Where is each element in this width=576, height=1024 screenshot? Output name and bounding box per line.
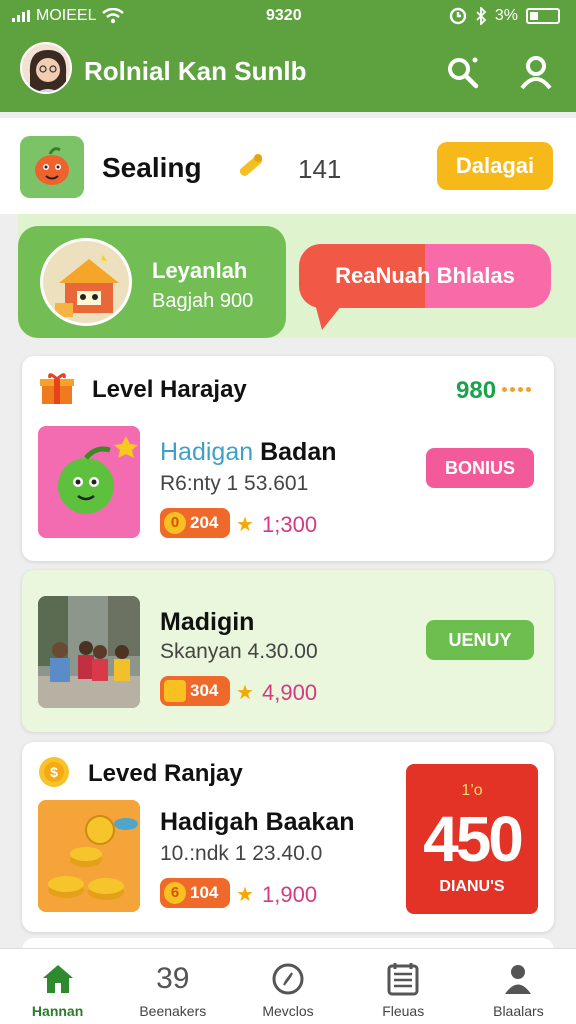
carrier-name: MOIEEL	[36, 7, 97, 24]
item-subtitle: Skanyan 4.30.00	[160, 640, 318, 663]
page-title: Rolnial Kan Sunlb	[84, 56, 307, 86]
star-icon: ★	[236, 682, 254, 704]
coin-value: 104	[190, 883, 219, 902]
avatar-portrait	[29, 50, 67, 92]
section-card-level-harajay: Level Harajay 980 Hadigan Badan R6:nty 1…	[22, 356, 554, 561]
battery-icon	[526, 8, 560, 24]
mascot-icon[interactable]	[20, 136, 84, 198]
uenuy-button[interactable]: UENUY	[426, 620, 534, 660]
nav-label: Mevclos	[262, 1003, 314, 1019]
coin-icon: 6	[164, 882, 186, 904]
nav-item-beenakers[interactable]: 39 Beenakers	[115, 949, 230, 1024]
nav-label: Fleuas	[382, 1003, 425, 1019]
bonus-label: DIANU'S	[439, 878, 505, 895]
section-heading: Leved Ranjay	[88, 760, 243, 787]
person-icon	[505, 965, 532, 994]
nav-label: Beenakers	[139, 1003, 207, 1019]
signal-icon	[12, 10, 30, 22]
item-title-accent: Hadigan	[160, 438, 254, 466]
svg-text:$: $	[50, 764, 58, 780]
dalagai-button[interactable]: Dalagai	[437, 142, 553, 190]
nav-item-blaalars[interactable]: Blaalars	[461, 949, 576, 1024]
coin-value: 204	[190, 513, 219, 532]
coin-value: 304	[190, 681, 219, 700]
app-header: MOIEEL 9320 3% Rolnial Kan Sunlb	[0, 0, 576, 112]
coin-badge: 304	[160, 676, 230, 706]
item-subtitle: R6:nty 1 53.601	[160, 472, 309, 495]
nav-item-home[interactable]: Hannan	[0, 949, 115, 1024]
coin-icon: 0	[164, 512, 186, 534]
item-thumbnail[interactable]	[38, 426, 140, 538]
item-subtitle: 10.:ndk 1 23.40.0	[160, 842, 323, 865]
nav-item-mevclos[interactable]: Mevclos	[230, 949, 345, 1024]
coin-badge: 6 104	[160, 878, 230, 908]
search-icon[interactable]	[444, 54, 480, 90]
key-icon[interactable]	[232, 148, 268, 184]
filter-count: 141	[298, 154, 342, 184]
camera-coin-icon	[164, 680, 186, 702]
more-dots-icon[interactable]	[502, 387, 531, 392]
status-right: 3%	[449, 7, 560, 25]
status-bar: MOIEEL 9320 3%	[0, 0, 576, 34]
item-card-madigin: Madigin Skanyan 4.30.00 304 ★ 4,900 UENU…	[22, 570, 554, 732]
home-icon	[42, 965, 73, 993]
bonus-button[interactable]: BONIUS	[426, 448, 534, 488]
nav-label: Hannan	[31, 1003, 84, 1019]
sales-icon: 39	[156, 962, 190, 995]
gift-icon	[40, 373, 74, 404]
item-title: Hadigah Baakan	[160, 808, 355, 836]
sync-icon	[449, 7, 467, 25]
item-title: Hadigan Badan	[160, 438, 337, 467]
section-card-leved-ranjay: $ Leved Ranjay Hadigah Baakan 10.:ndk 1 …	[22, 742, 554, 932]
promo-bubble-button[interactable]: ReaNuah Bhlalas	[299, 244, 551, 308]
section-score: 980	[456, 377, 497, 404]
item-thumbnail-coins[interactable]	[38, 800, 140, 912]
promo-card[interactable]: Leyanlah Bagjah 900	[18, 226, 286, 338]
status-time: 9320	[266, 7, 302, 24]
coin-badge: 0 204	[160, 508, 230, 538]
item-price: 1,900	[262, 882, 318, 907]
item-thumbnail-photo[interactable]	[38, 596, 140, 708]
compass-icon	[272, 963, 304, 995]
filter-row: Sealing 141 Dalagai	[0, 118, 576, 214]
avatar[interactable]	[20, 42, 72, 94]
bonus-value: 450	[423, 803, 524, 875]
promo-title: Leyanlah	[152, 258, 248, 283]
promo-subtitle: Bagjah 900	[152, 290, 254, 312]
star-icon: ★	[236, 884, 254, 906]
bonus-card-button[interactable]: 1’o 450 DIANU'S	[406, 764, 538, 914]
filter-label: Sealing	[102, 152, 202, 183]
section-heading: Level Harajay	[92, 376, 247, 403]
carrier: MOIEEL	[12, 7, 125, 25]
item-price: 4,900	[262, 680, 318, 705]
bonus-small-text: 1’o	[461, 782, 483, 799]
item-title-main: Badan	[253, 438, 337, 466]
star-icon: ★	[236, 514, 254, 536]
bottom-nav: Hannan 39 Beenakers Mevclos Fleuas Blaal…	[0, 948, 576, 1024]
battery-percent: 3%	[494, 7, 518, 24]
item-title: Madigin	[160, 608, 255, 636]
item-price: 1;300	[262, 512, 318, 537]
nav-label: Blaalars	[493, 1003, 544, 1019]
nav-item-fleuas[interactable]: Fleuas	[346, 949, 461, 1024]
profile-icon[interactable]	[518, 54, 554, 90]
bluetooth-icon	[476, 7, 487, 25]
wifi-icon	[102, 8, 125, 24]
shop-icon	[40, 238, 132, 326]
coin-icon: $	[39, 757, 69, 787]
list-icon	[387, 963, 419, 996]
